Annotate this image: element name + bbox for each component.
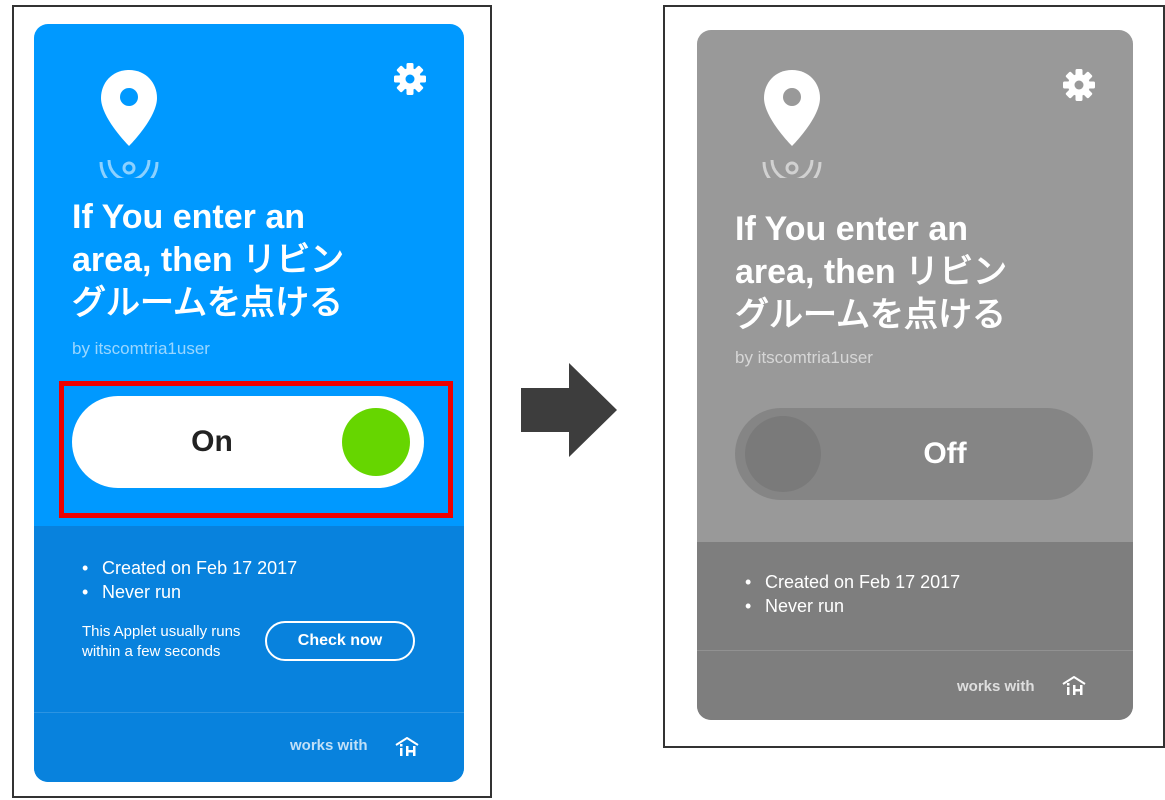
- applet-author: by itscomtria1user: [735, 348, 873, 367]
- run-status: Never run: [745, 594, 960, 618]
- applet-title: If You enter an area, then リビン グルームを点ける: [72, 198, 345, 322]
- ih-logo-icon: [395, 737, 419, 756]
- applet-title: If You enter an area, then リビン グルームを点ける: [735, 210, 1008, 334]
- toggle-highlight-box: [59, 381, 453, 518]
- gear-icon[interactable]: [393, 62, 427, 96]
- toggle-knob: [745, 416, 821, 492]
- footer-divider: [697, 650, 1133, 651]
- applet-card-off: If You enter an area, then リビン グルームを点ける …: [697, 30, 1133, 720]
- applet-details: Created on Feb 17 2017 Never run: [745, 570, 960, 618]
- run-status: Never run: [82, 580, 297, 604]
- created-date: Created on Feb 17 2017: [745, 570, 960, 594]
- applet-author: by itscomtria1user: [72, 339, 210, 358]
- footer-divider: [34, 712, 464, 713]
- toggle-label: Off: [923, 437, 967, 470]
- created-date: Created on Feb 17 2017: [82, 556, 297, 580]
- location-pin-icon: [762, 70, 822, 178]
- gear-icon[interactable]: [1062, 68, 1096, 102]
- check-now-button[interactable]: Check now: [265, 621, 415, 661]
- location-pin-icon: [99, 70, 159, 178]
- works-with-label: works with: [957, 678, 1035, 695]
- applet-toggle-switch[interactable]: Off: [735, 408, 1093, 500]
- works-with-label: works with: [290, 737, 368, 754]
- applet-details: Created on Feb 17 2017 Never run: [82, 556, 297, 604]
- ih-logo-icon: [1062, 676, 1086, 695]
- run-frequency-note: This Applet usually runs within a few se…: [82, 623, 241, 660]
- right-arrow-icon: [521, 363, 617, 457]
